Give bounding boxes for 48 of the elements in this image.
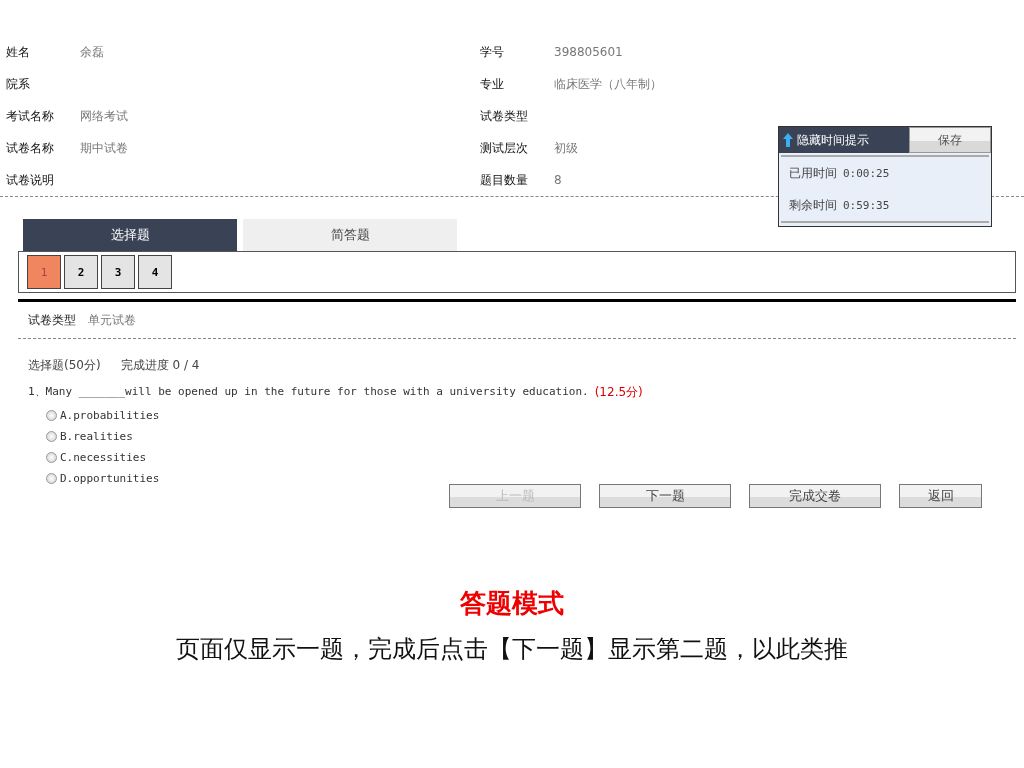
field-label: 试卷名称	[6, 139, 55, 157]
caption-title: 答题模式	[459, 587, 565, 620]
option-label[interactable]: D.opportunities	[60, 472, 160, 485]
field-value: 网络考试	[80, 107, 128, 125]
paper-type-label: 试卷类型	[28, 311, 76, 329]
caption-text: 页面仅显示一题，完成后点击【下一题】显示第二题，以此类推	[175, 634, 849, 665]
field-label: 题目数量	[480, 171, 529, 189]
field-value: 初级	[554, 139, 578, 157]
field-value: 期中试卷	[80, 139, 128, 157]
section-title: 选择题(50分)	[28, 357, 101, 374]
field-value: 398805601	[554, 45, 623, 59]
nav-button[interactable]: 下一题	[599, 484, 731, 508]
question-number-button[interactable]: 2	[64, 255, 98, 289]
hide-timer-button[interactable]: 隐藏时间提示	[779, 127, 909, 153]
nav-button[interactable]: 完成交卷	[749, 484, 881, 508]
tab[interactable]: 简答题	[243, 219, 457, 251]
paper-type-value: 单元试卷	[88, 311, 136, 329]
field-label: 姓名	[6, 43, 31, 61]
radio-button[interactable]	[46, 452, 57, 463]
field-value: 临床医学（八年制）	[554, 75, 662, 93]
field-label: 测试层次	[480, 139, 529, 157]
remaining-time: 0:59:35	[843, 198, 890, 212]
field-label: 考试名称	[6, 107, 55, 125]
question-text: 1、Many _______will be opened up in the future for those with a university education.	[28, 384, 589, 400]
remaining-label: 剩余时间	[789, 196, 837, 214]
option-label[interactable]: B.realities	[60, 430, 133, 443]
field-label: 试卷类型	[480, 107, 529, 125]
up-arrow-icon	[783, 133, 793, 147]
elapsed-label: 已用时间	[789, 164, 837, 182]
field-label: 专业	[480, 75, 505, 93]
field-value: 余磊	[80, 43, 104, 61]
tab[interactable]: 选择题	[23, 219, 237, 251]
progress-text: 完成进度 0 / 4	[120, 357, 200, 374]
field-label: 学号	[480, 43, 505, 61]
question-number-button[interactable]: 3	[101, 255, 135, 289]
question-score: (12.5分)	[594, 384, 643, 401]
radio-button[interactable]	[46, 410, 57, 421]
radio-button[interactable]	[46, 431, 57, 442]
elapsed-time: 0:00:25	[843, 166, 890, 180]
field-label: 试卷说明	[6, 171, 55, 189]
radio-button[interactable]	[46, 473, 57, 484]
save-button[interactable]: 保存	[909, 127, 991, 153]
field-label: 院系	[6, 75, 31, 93]
nav-button[interactable]: 返回	[899, 484, 982, 508]
question-number-button[interactable]: 4	[138, 255, 172, 289]
option-label[interactable]: A.probabilities	[60, 409, 160, 422]
option-label[interactable]: C.necessities	[60, 451, 147, 464]
field-value: 8	[554, 173, 562, 187]
